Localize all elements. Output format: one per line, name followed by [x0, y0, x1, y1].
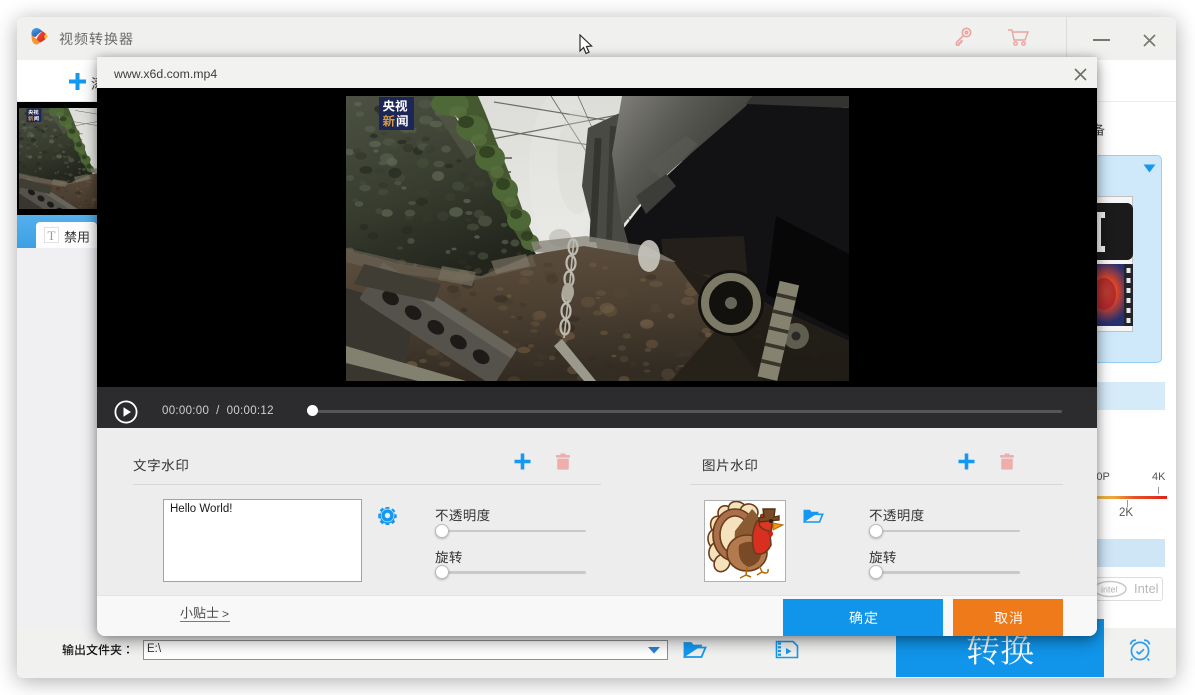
svg-text:intel: intel: [1101, 585, 1118, 595]
svg-text:>: >: [222, 607, 229, 621]
